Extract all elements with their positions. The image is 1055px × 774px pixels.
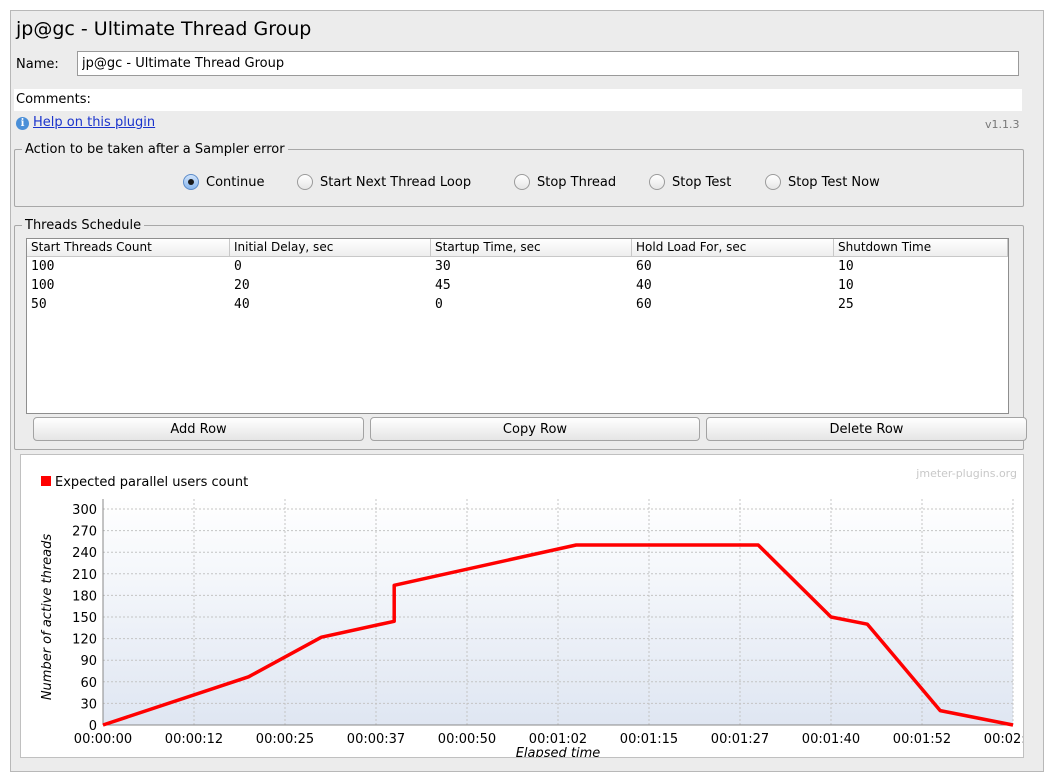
x-tick-label: 00:00:12 [165,732,223,747]
radio-button[interactable] [297,174,313,190]
table-cell[interactable]: 10 [834,276,1008,295]
y-tick-label: 180 [72,589,97,604]
threads-schedule-title: Threads Schedule [22,218,145,233]
x-tick-label: 00:01:40 [802,732,860,747]
x-tick-label: 00:02:05 [984,732,1023,747]
table-row[interactable]: 50 40 0 60 25 [27,295,1008,314]
x-axis-label: Elapsed time [516,746,601,757]
table-cell[interactable]: 0 [431,295,632,314]
table-cell[interactable]: 40 [230,295,431,314]
y-tick-label: 120 [72,633,97,648]
radio-button-selected[interactable] [183,174,199,190]
copy-row-button[interactable]: Copy Row [370,417,700,441]
legend-swatch [41,476,51,486]
x-tick-label: 00:01:52 [893,732,951,747]
table-cell[interactable]: 60 [632,257,834,276]
y-tick-label: 90 [80,654,97,669]
table-header: Start Threads Count Initial Delay, sec S… [27,239,1008,257]
y-tick-label: 240 [72,546,97,561]
help-link[interactable]: Help on this plugin [33,115,155,130]
radio-label: Continue [206,174,265,190]
radio-start-next-thread-loop[interactable]: Start Next Thread Loop [297,171,471,193]
y-tick-label: 30 [80,697,97,712]
radio-label: Start Next Thread Loop [320,174,472,190]
y-tick-label: 210 [72,568,97,583]
schedule-table[interactable]: Start Threads Count Initial Delay, sec S… [26,238,1009,414]
radio-stop-test-now[interactable]: Stop Test Now [765,171,880,193]
x-tick-label: 00:00:00 [74,732,132,747]
radio-label: Stop Thread [537,174,617,190]
add-row-button[interactable]: Add Row [33,417,364,441]
radio-label: Stop Test [672,174,732,190]
column-header[interactable]: Shutdown Time [834,239,1008,256]
comments-label: Comments: [16,92,91,107]
radio-button[interactable] [765,174,781,190]
table-cell[interactable]: 40 [632,276,834,295]
page-title: jp@gc - Ultimate Thread Group [16,18,312,40]
table-cell[interactable]: 100 [27,257,230,276]
table-cell[interactable]: 30 [431,257,632,276]
radio-label: Stop Test Now [788,174,880,190]
y-axis-label: Number of active threads [40,534,55,701]
table-cell[interactable]: 0 [230,257,431,276]
sampler-error-title: Action to be taken after a Sampler error [22,142,288,157]
radio-stop-test[interactable]: Stop Test [649,171,731,193]
info-icon: i [16,117,29,130]
x-tick-label: 00:01:27 [711,732,769,747]
table-row[interactable]: 100 0 30 60 10 [27,257,1008,276]
radio-continue[interactable]: Continue [183,171,264,193]
y-tick-label: 150 [72,611,97,626]
y-tick-label: 60 [80,676,97,691]
chart-svg: jmeter-plugins.org Expected parallel user… [40,467,1023,757]
y-tick-label: 270 [72,525,97,540]
table-cell[interactable]: 60 [632,295,834,314]
x-tick-label: 00:00:50 [438,732,496,747]
table-cell[interactable]: 50 [27,295,230,314]
radio-button[interactable] [649,174,665,190]
x-tick-label: 00:01:02 [529,732,587,747]
table-cell[interactable]: 45 [431,276,632,295]
radio-button[interactable] [514,174,530,190]
table-cell[interactable]: 10 [834,257,1008,276]
x-tick-label: 00:00:25 [256,732,314,747]
version-label: v1.1.3 [985,118,1020,131]
name-field[interactable] [77,51,1019,76]
y-tick-label: 300 [72,503,97,518]
column-header[interactable]: Start Threads Count [27,239,230,256]
legend-label: Expected parallel users count [55,475,248,490]
table-cell[interactable]: 20 [230,276,431,295]
column-header[interactable]: Hold Load For, sec [632,239,834,256]
chart-watermark: jmeter-plugins.org [915,467,1017,480]
expected-users-chart: jmeter-plugins.org Expected parallel user… [20,454,1024,758]
delete-row-button[interactable]: Delete Row [706,417,1027,441]
table-row[interactable]: 100 20 45 40 10 [27,276,1008,295]
column-header[interactable]: Initial Delay, sec [230,239,431,256]
table-cell[interactable]: 25 [834,295,1008,314]
table-cell[interactable]: 100 [27,276,230,295]
comments-field[interactable] [14,89,1022,111]
column-header[interactable]: Startup Time, sec [431,239,632,256]
x-tick-label: 00:00:37 [347,732,405,747]
radio-stop-thread[interactable]: Stop Thread [514,171,616,193]
name-label: Name: [16,57,59,72]
x-tick-label: 00:01:15 [620,732,678,747]
